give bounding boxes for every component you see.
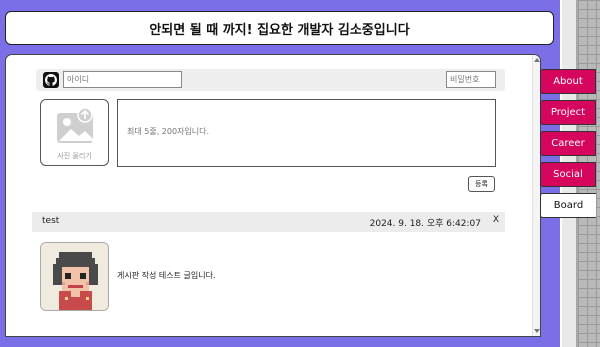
nav-item-about[interactable]: About — [540, 69, 596, 94]
post-header: test 2024. 9. 18. 오후 6:42:07 X — [32, 212, 505, 232]
nav-item-project[interactable]: Project — [540, 100, 596, 125]
board-panel: 사진 올리기 등록 test 2024. 9. 18. 오후 6:42:07 X — [5, 54, 541, 337]
content-textarea[interactable] — [117, 99, 496, 167]
post-author: test — [42, 216, 60, 226]
photo-upload-label: 사진 올리기 — [57, 152, 92, 160]
nav-item-board[interactable]: Board — [540, 193, 596, 218]
page-header: 안되면 될 때 까지! 집요한 개발자 김소중입니다 — [5, 11, 554, 45]
scroll-up-icon[interactable] — [534, 58, 540, 62]
photo-upload-button[interactable]: 사진 올리기 — [40, 99, 109, 166]
post-date: 2024. 9. 18. 오후 6:42:07 — [369, 219, 481, 229]
scroll-down-icon[interactable] — [534, 329, 540, 333]
page-title: 안되면 될 때 까지! 집요한 개발자 김소중입니다 — [149, 22, 410, 38]
panel-scrollbar[interactable] — [532, 55, 540, 336]
github-icon[interactable] — [43, 72, 59, 88]
password-input[interactable] — [446, 71, 496, 88]
delete-post-button[interactable]: X — [493, 215, 499, 225]
image-icon — [53, 107, 97, 149]
submit-button[interactable]: 등록 — [468, 176, 495, 192]
post-content: 게시판 작성 테스트 글입니다. — [117, 271, 216, 280]
avatar — [40, 242, 109, 311]
login-bar — [36, 69, 505, 91]
nav-item-social[interactable]: Social — [540, 162, 596, 187]
id-input[interactable] — [63, 71, 182, 88]
nav-item-career[interactable]: Career — [540, 131, 596, 156]
